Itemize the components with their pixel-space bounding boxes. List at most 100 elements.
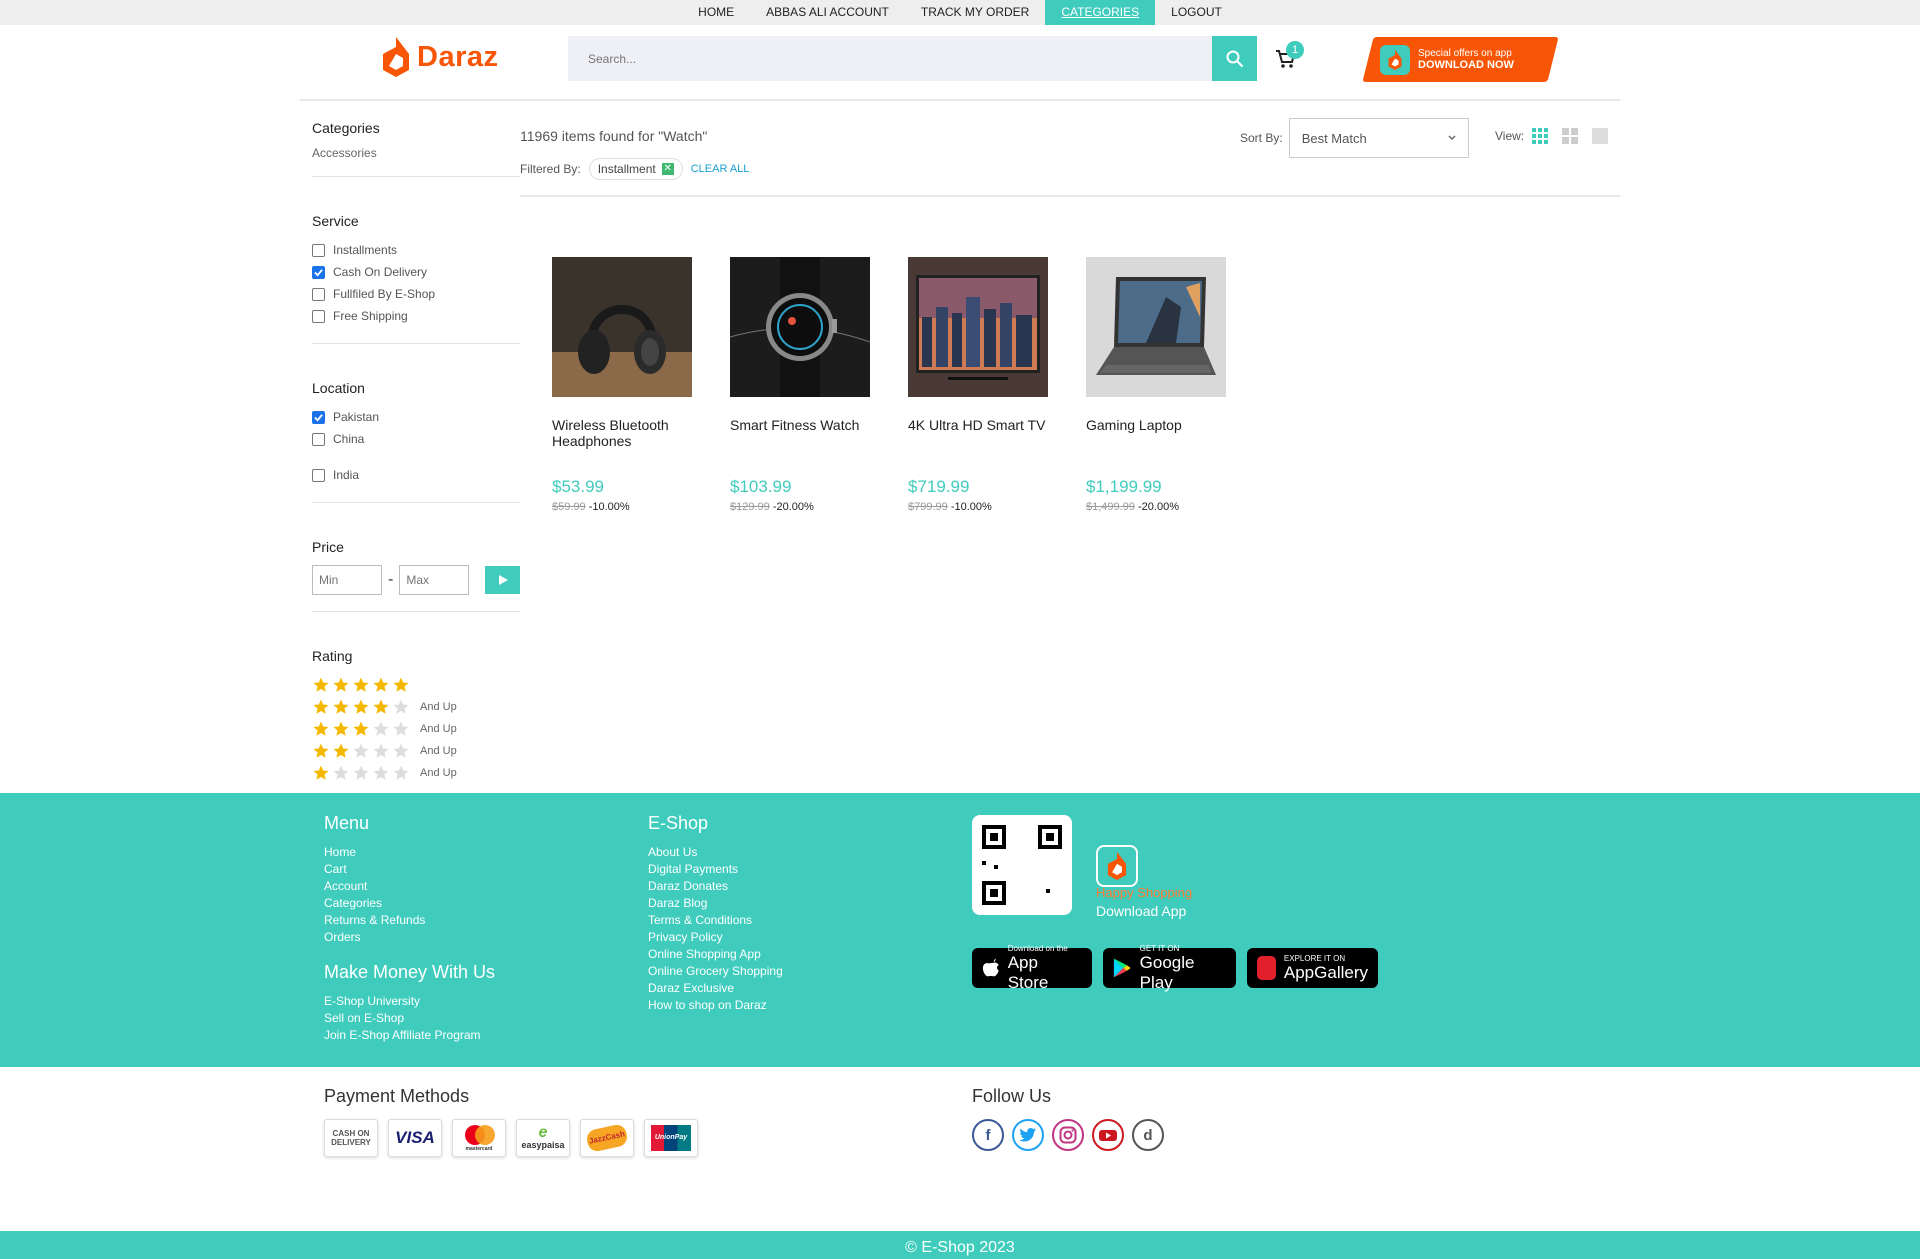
facebook-icon[interactable]: f: [972, 1119, 1004, 1151]
nav-track-order[interactable]: TRACK MY ORDER: [905, 0, 1045, 25]
app-store-badge[interactable]: Download on the App Store: [972, 944, 1092, 992]
footer-link[interactable]: Account: [324, 878, 495, 895]
product-card[interactable]: Smart Fitness Watch $103.99 $129.99 -20.00…: [730, 257, 870, 513]
copyright-bar: © E-Shop 2023: [0, 1231, 1920, 1259]
service-option[interactable]: Installments: [312, 239, 520, 261]
footer-link[interactable]: Privacy Policy: [648, 929, 783, 946]
footer-link[interactable]: Sell on E-Shop: [324, 1010, 495, 1027]
product-image-smartwatch[interactable]: [730, 257, 870, 397]
footer-link[interactable]: About Us: [648, 844, 783, 861]
service-option[interactable]: Free Shipping: [312, 305, 520, 327]
cart-button[interactable]: 1: [1274, 41, 1304, 72]
footer-link[interactable]: Cart: [324, 861, 495, 878]
price-max-input[interactable]: [399, 565, 470, 595]
checkbox[interactable]: [312, 243, 325, 257]
product-card[interactable]: 4K Ultra HD Smart TV $719.99 $799.99 -10.0…: [908, 257, 1048, 513]
nav-logout[interactable]: LOGOUT: [1155, 0, 1238, 25]
footer-link[interactable]: Home: [324, 844, 495, 861]
rating-filter-row[interactable]: And Up: [312, 762, 520, 784]
product-image-headphones[interactable]: [552, 257, 692, 397]
search-input[interactable]: [568, 36, 1212, 81]
checkbox[interactable]: [312, 468, 325, 482]
location-section: Location Pakistan China India: [312, 360, 520, 503]
star-filled-icon: [353, 721, 369, 736]
footer-link[interactable]: How to shop on Daraz: [648, 997, 783, 1014]
app-logo-icon: [1096, 845, 1138, 887]
product-price: $1,199.99: [1086, 477, 1162, 496]
price-min-input[interactable]: [312, 565, 382, 595]
footer-link[interactable]: Daraz Donates: [648, 878, 783, 895]
grid-large-view-icon[interactable]: [1562, 128, 1579, 144]
product-name[interactable]: Wireless Bluetooth Headphones: [552, 417, 692, 473]
smartwatch-image: [730, 257, 870, 397]
store-small-text: GET IT ON: [1139, 943, 1180, 953]
unionpay-payment-icon: UnionPay: [644, 1119, 698, 1157]
product-name[interactable]: Gaming Laptop: [1086, 417, 1226, 473]
play-icon: [498, 575, 508, 585]
clear-all-link[interactable]: CLEAR ALL: [691, 163, 750, 175]
category-link-accessories[interactable]: Accessories: [312, 146, 520, 160]
price-range: -: [312, 565, 520, 595]
footer-link[interactable]: E-Shop University: [324, 993, 495, 1010]
product-image-laptop[interactable]: [1086, 257, 1226, 397]
rating-filter-row[interactable]: And Up: [312, 740, 520, 762]
app-promo-content[interactable]: Special offers on app DOWNLOAD NOW: [1380, 37, 1514, 82]
logo[interactable]: Daraz: [383, 37, 499, 77]
and-up-label: And Up: [420, 701, 457, 713]
product-card[interactable]: Gaming Laptop $1,199.99 $1,499.99 -20.00%: [1086, 257, 1226, 513]
service-option[interactable]: Cash On Delivery: [312, 261, 520, 283]
search-button[interactable]: [1212, 36, 1257, 81]
appgallery-badge[interactable]: EXPLORE IT ON AppGallery: [1247, 948, 1378, 988]
checkbox-checked[interactable]: [312, 265, 325, 279]
search-bar: [568, 36, 1257, 81]
daraz-social-icon[interactable]: d: [1132, 1119, 1164, 1151]
star-filled-icon: [333, 677, 349, 692]
remove-filter-icon[interactable]: ✕: [661, 163, 674, 175]
footer-link[interactable]: Online Shopping App: [648, 946, 783, 963]
footer-link[interactable]: Join E-Shop Affiliate Program: [324, 1027, 495, 1044]
option-label: Cash On Delivery: [333, 265, 428, 279]
star-filled-icon: [333, 721, 349, 736]
footer-link[interactable]: Daraz Exclusive: [648, 980, 783, 997]
price-apply-button[interactable]: [485, 566, 520, 594]
footer-link[interactable]: Orders: [324, 929, 495, 946]
filter-chip[interactable]: Installment ✕: [588, 158, 683, 180]
checkbox-checked[interactable]: [312, 410, 325, 424]
list-view-icon[interactable]: [1592, 128, 1609, 144]
twitter-icon[interactable]: [1012, 1119, 1044, 1151]
footer-link[interactable]: Daraz Blog: [648, 895, 783, 912]
checkbox[interactable]: [312, 287, 325, 301]
google-play-badge[interactable]: GET IT ON Google Play: [1103, 944, 1236, 992]
product-name[interactable]: 4K Ultra HD Smart TV: [908, 417, 1048, 473]
sort-select[interactable]: Best Match: [1288, 118, 1469, 158]
product-card[interactable]: Wireless Bluetooth Headphones $53.99 $59.9…: [552, 257, 692, 513]
service-title: Service: [312, 213, 359, 229]
nav-home[interactable]: HOME: [682, 0, 750, 25]
rating-filter-row[interactable]: And Up: [312, 696, 520, 718]
footer-link[interactable]: Terms & Conditions: [648, 912, 783, 929]
footer-link[interactable]: Online Grocery Shopping: [648, 963, 783, 980]
checkbox[interactable]: [312, 309, 325, 323]
and-up-label: And Up: [420, 723, 457, 735]
option-label: India: [333, 468, 360, 482]
rating-filter-row[interactable]: [312, 674, 520, 696]
footer-link[interactable]: Returns & Refunds: [324, 912, 495, 929]
youtube-icon[interactable]: [1092, 1119, 1124, 1151]
location-option[interactable]: Pakistan: [312, 406, 520, 428]
location-option[interactable]: China: [312, 428, 520, 450]
nav-account[interactable]: ABBAS ALI ACCOUNT: [750, 0, 905, 25]
footer-link[interactable]: Categories: [324, 895, 495, 912]
product-discount: -20.00%: [1138, 501, 1179, 513]
checkbox[interactable]: [312, 432, 325, 446]
footer-link[interactable]: Digital Payments: [648, 861, 783, 878]
product-name[interactable]: Smart Fitness Watch: [730, 417, 870, 473]
grid-small-view-icon[interactable]: [1532, 128, 1549, 144]
instagram-icon[interactable]: [1052, 1119, 1084, 1151]
rating-filter-row[interactable]: And Up: [312, 718, 520, 740]
nav-categories[interactable]: CATEGORIES: [1045, 0, 1156, 25]
location-option[interactable]: India: [312, 464, 520, 486]
store-big-text: Google Play: [1139, 952, 1195, 992]
service-option[interactable]: Fullfiled By E-Shop: [312, 283, 520, 305]
product-image-tv[interactable]: [908, 257, 1048, 397]
star-filled-icon: [313, 765, 329, 780]
